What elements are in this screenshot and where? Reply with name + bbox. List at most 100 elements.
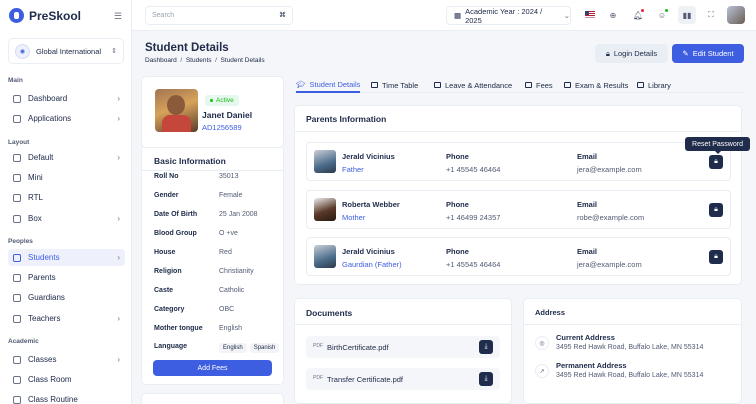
sidebar-item-dashboard[interactable]: Dashboard › bbox=[8, 90, 125, 107]
breadcrumb: Dashboard / Students / Student Details bbox=[145, 57, 265, 64]
tab-exam-results[interactable]: Exam & Results bbox=[564, 77, 628, 93]
tab-library[interactable]: Library bbox=[637, 77, 671, 93]
menu-toggle-icon[interactable]: ☰ bbox=[114, 11, 122, 22]
parent-avatar bbox=[314, 150, 336, 173]
section-peoples: Peoples bbox=[8, 238, 33, 245]
search-placeholder: Search bbox=[152, 12, 175, 19]
parent-name: Jerald Vicinius bbox=[342, 152, 395, 161]
parent-row: Jerald Vicinius Father Phone +1 45545 46… bbox=[306, 142, 731, 181]
fullscreen-icon[interactable]: ⛶ bbox=[702, 6, 720, 24]
app-name: PreSkool bbox=[29, 8, 82, 23]
tab-label: Exam & Results bbox=[575, 80, 629, 90]
sidebar-item-label: Classes bbox=[28, 355, 57, 364]
parent-name: Roberta Webber bbox=[342, 200, 400, 209]
sidebar-item-rtl[interactable]: RTL bbox=[8, 189, 125, 206]
tab-fees[interactable]: Fees bbox=[525, 77, 553, 93]
basic-information-card: Basic Information Roll No 35013 Gender Fem… bbox=[141, 148, 284, 385]
sidebar-item-mini[interactable]: Mini bbox=[8, 169, 125, 186]
phone-value: +1 46499 24357 bbox=[446, 213, 501, 222]
parent-avatar bbox=[314, 245, 336, 268]
chart-icon[interactable]: ▮▮ bbox=[678, 6, 696, 24]
tab-bar: 🎓︎ Student Details Time Table Leave & Att… bbox=[294, 72, 744, 93]
layout-mini-icon bbox=[13, 173, 21, 182]
email-label: Email bbox=[577, 247, 598, 256]
classes-icon bbox=[13, 355, 21, 364]
section-academic: Academic bbox=[8, 338, 39, 345]
sidebar-item-teachers[interactable]: Teachers › bbox=[8, 310, 125, 327]
user-avatar[interactable] bbox=[727, 6, 745, 24]
email-label: Email bbox=[577, 200, 598, 209]
page-title: Student Details bbox=[145, 42, 229, 54]
download-icon[interactable]: ⤓ bbox=[479, 340, 493, 354]
student-photo bbox=[155, 89, 198, 132]
tab-student-details[interactable]: 🎓︎ Student Details bbox=[296, 77, 361, 93]
bookmark-icon bbox=[564, 82, 571, 88]
sidebar-item-class-routine[interactable]: Class Routine bbox=[8, 391, 125, 404]
chevron-right-icon: › bbox=[117, 214, 120, 223]
edit-student-button[interactable]: ✎ Edit Student bbox=[672, 44, 744, 63]
school-selector[interactable]: ◉ Global International ⇕ bbox=[8, 38, 124, 64]
bell-icon[interactable]: 🔔︎ bbox=[629, 6, 647, 24]
sidebar-item-classes[interactable]: Classes › bbox=[8, 351, 125, 368]
parents-icon bbox=[13, 273, 21, 282]
info-value: OBC bbox=[219, 306, 235, 313]
phone-label: Phone bbox=[446, 247, 469, 256]
document-name: BirthCertificate.pdf bbox=[327, 343, 389, 352]
address-value: 3495 Red Hawk Road, Buffalo Lake, MN 553… bbox=[556, 372, 704, 379]
parents-information-card: Parents Information Jerald Vicinius Fath… bbox=[294, 105, 742, 285]
lock-reset-icon: 🔒︎ bbox=[714, 158, 718, 165]
reset-password-button[interactable]: 🔒︎ bbox=[709, 155, 723, 169]
add-fees-button[interactable]: Add Fees bbox=[153, 360, 272, 376]
map-pin-icon: ◎ bbox=[535, 336, 549, 350]
documents-card: Documents PDF BirthCertificate.pdf ⤓ PDF… bbox=[294, 298, 512, 404]
section-main: Main bbox=[8, 77, 23, 84]
document-row: PDF BirthCertificate.pdf ⤓ bbox=[306, 336, 500, 358]
sidebar-item-parents[interactable]: Parents bbox=[8, 269, 125, 286]
info-key: Roll No bbox=[154, 173, 179, 180]
address-value: 3495 Red Hawk Road, Buffalo Lake, MN 553… bbox=[556, 344, 704, 351]
breadcrumb-dashboard[interactable]: Dashboard bbox=[145, 57, 177, 64]
reset-password-button[interactable]: 🔒︎ bbox=[709, 250, 723, 264]
tab-label: Leave & Attendance bbox=[445, 80, 513, 90]
search-input[interactable]: Search ⌘ bbox=[145, 6, 293, 25]
breadcrumb-students[interactable]: Students bbox=[186, 57, 212, 64]
info-key: Gender bbox=[154, 192, 179, 199]
info-key: Date Of Birth bbox=[154, 211, 198, 218]
info-value: Red bbox=[219, 249, 232, 256]
parent-avatar bbox=[314, 198, 336, 221]
sidebar-item-class-room[interactable]: Class Room bbox=[8, 371, 125, 388]
us-flag-icon[interactable] bbox=[585, 11, 595, 18]
address-title: Address bbox=[535, 308, 566, 317]
sidebar-item-box[interactable]: Box › bbox=[8, 210, 125, 227]
reset-password-button[interactable]: 🔒︎ bbox=[709, 203, 723, 217]
email-value: jera@example.com bbox=[577, 260, 642, 269]
sidebar-item-default[interactable]: Default › bbox=[8, 149, 125, 166]
download-icon[interactable]: ⤓ bbox=[479, 372, 493, 386]
tab-time-table[interactable]: Time Table bbox=[371, 77, 418, 93]
sidebar-item-guardians[interactable]: Guardians bbox=[8, 289, 125, 306]
parent-role: Gaurdian (Father) bbox=[342, 260, 402, 269]
info-value: 35013 bbox=[219, 173, 239, 180]
sidebar-item-applications[interactable]: Applications › bbox=[8, 110, 125, 127]
academic-year-select[interactable]: ▦ Academic Year : 2024 / 2025 ⌄ bbox=[446, 6, 571, 25]
info-key: Language bbox=[154, 343, 188, 350]
sidebar-item-label: Class Room bbox=[28, 375, 72, 384]
email-value: robe@example.com bbox=[577, 213, 645, 222]
applications-icon bbox=[13, 114, 21, 123]
add-icon[interactable]: ⊕ bbox=[604, 6, 622, 24]
report-icon bbox=[525, 82, 532, 88]
login-details-button[interactable]: 🔒︎ Login Details bbox=[595, 44, 668, 63]
address-label: Permanent Address bbox=[556, 361, 627, 370]
calendar-icon bbox=[434, 82, 441, 88]
route-icon: ↗ bbox=[535, 364, 549, 378]
chat-icon[interactable]: ☺ bbox=[653, 6, 671, 24]
info-key: Blood Group bbox=[154, 230, 197, 237]
address-label: Current Address bbox=[556, 333, 615, 342]
info-value: 25 Jan 2008 bbox=[219, 211, 258, 218]
app-logo[interactable]: PreSkool bbox=[9, 8, 81, 23]
sidebar: PreSkool ☰ ◉ Global International ⇕ Main… bbox=[0, 0, 132, 404]
sidebar-item-students[interactable]: Students › bbox=[8, 249, 125, 266]
profile-card: Active Janet Daniel AD1256589 bbox=[141, 76, 284, 148]
tab-leave-attendance[interactable]: Leave & Attendance bbox=[434, 77, 512, 93]
parent-row: Jerald Vicinius Gaurdian (Father) Phone … bbox=[306, 237, 731, 276]
